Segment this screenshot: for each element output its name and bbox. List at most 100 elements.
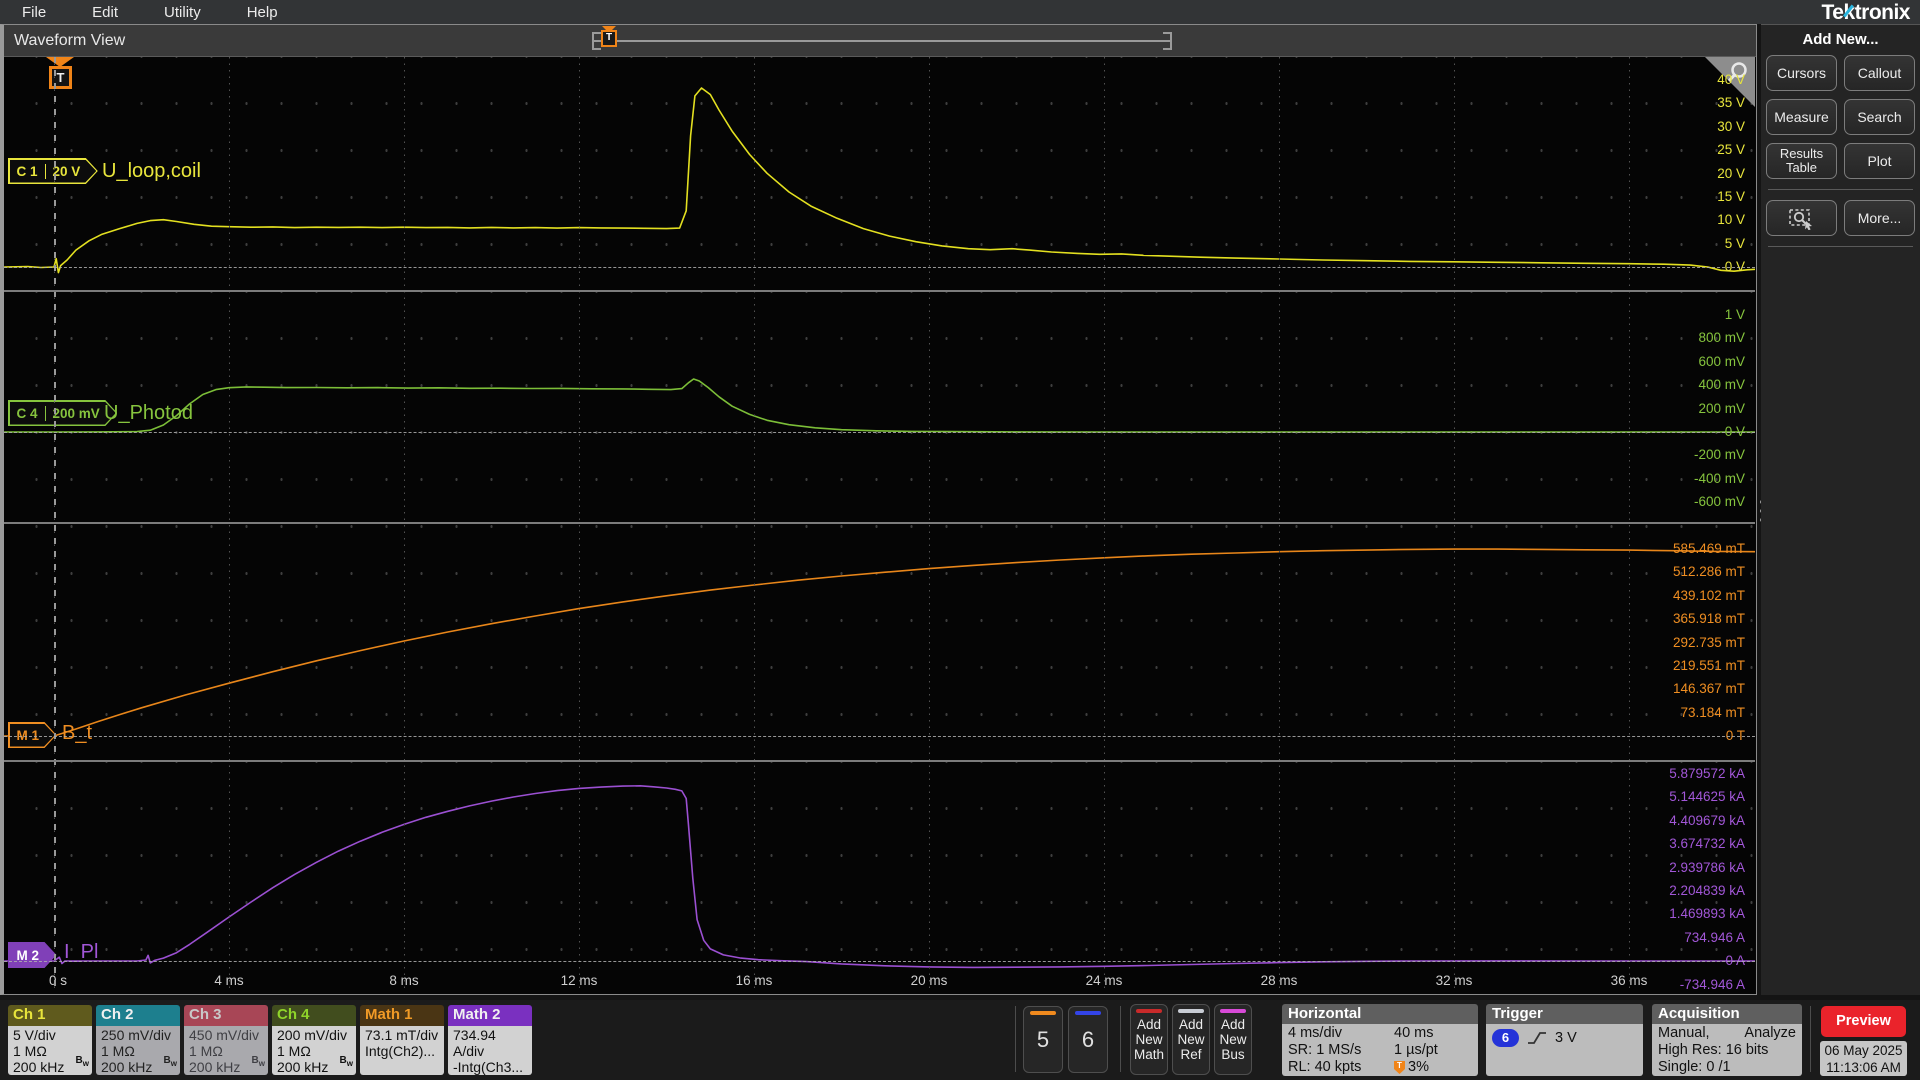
menu-item-utility[interactable]: Utility xyxy=(164,4,201,21)
acquisition-analyze: Analyze xyxy=(1744,1025,1796,1041)
horizontal-value-left: 4 ms/div xyxy=(1288,1025,1342,1041)
time-gridline xyxy=(1104,57,1105,993)
y-tick-label-ch1: 15 V xyxy=(1717,189,1745,204)
rising-edge-icon xyxy=(1528,1032,1546,1044)
panel-divider xyxy=(4,760,1755,762)
add-button-label: Add New Bus xyxy=(1219,1017,1247,1062)
channel-config-badge-ch4[interactable]: Ch 4 200 mV/div 1 MΩ 200 kHz Bw xyxy=(272,1005,356,1075)
y-tick-label-ch1: 35 V xyxy=(1717,95,1745,111)
status-bar: Ch 15 V/div 1 MΩ 200 kHz Bw Ch 2 250 mV/div 1 … xyxy=(0,1000,1920,1080)
minimap-trigger-icon[interactable]: T xyxy=(600,26,618,52)
channel-badge-c4[interactable]: C 4 200 mV xyxy=(8,400,117,426)
y-tick-label-ch1: 20 V xyxy=(1717,165,1745,181)
y-tick-label-ch4: 600 mV xyxy=(1698,353,1745,369)
channel-badge-settings: 5 V/div 1 MΩ 200 kHz Bw xyxy=(8,1026,92,1075)
y-tick-label-m2: 734.946 A xyxy=(1684,929,1745,945)
channel-config-badge-ch2[interactable]: Ch 2 250 mV/div 1 MΩ 200 kHz Bw xyxy=(96,1005,180,1075)
sidebar-button-plot[interactable]: Plot xyxy=(1844,143,1915,179)
y-tick-label-m2: 5.144625 kA xyxy=(1669,789,1745,805)
slot-number: 5 xyxy=(1036,1026,1050,1052)
time-tick-label: 8 ms xyxy=(389,973,419,988)
horizontal-value-text: 40 ms xyxy=(1394,1025,1434,1041)
horizontal-row: RL: 40 kpts T 3% xyxy=(1288,1059,1472,1076)
y-tick-label-ch4: 400 mV xyxy=(1698,377,1745,393)
minimap-right-bracket[interactable] xyxy=(1163,32,1172,50)
trigger-t-icon: T xyxy=(49,66,72,89)
bandwidth-limit-icon: Bw xyxy=(251,1054,265,1068)
channel-badge-c4-source: C 4 xyxy=(16,405,38,421)
sidebar-button-grid: Cursors Callout Measure Search Results Table P… xyxy=(1766,55,1915,179)
zero-line-ch4 xyxy=(4,432,1755,433)
math-slot-button-6[interactable]: 6 xyxy=(1068,1006,1108,1073)
acquisition-panel[interactable]: Acquisition Manual, Analyze High Res: 16… xyxy=(1652,1004,1802,1076)
slot-number: 6 xyxy=(1081,1026,1095,1052)
zoom-region-button[interactable] xyxy=(1766,200,1837,236)
zero-line-ch1 xyxy=(4,267,1755,268)
channel-setting-row: -Intg(Ch3... xyxy=(453,1059,524,1075)
y-tick-label-ch4: -400 mV xyxy=(1693,470,1745,486)
horizontal-panel[interactable]: Horizontal 4 ms/div 40 ms SR: 1 MS/s 1 µs/p… xyxy=(1282,1004,1478,1076)
horizontal-position-minimap[interactable]: T xyxy=(592,26,1172,52)
channel-config-badge-ch3[interactable]: Ch 3 450 mV/div 1 MΩ 200 kHz Bw xyxy=(184,1005,268,1075)
time-gridline xyxy=(579,57,580,993)
menu-bar: File Edit Utility Help xyxy=(0,0,1920,24)
add-new-math-button[interactable]: Add New Math xyxy=(1130,1004,1168,1075)
y-tick-label-m1: 73.184 mT xyxy=(1680,704,1745,720)
horizontal-panel-body: 4 ms/div 40 ms SR: 1 MS/s 1 µs/pt RL: 40 kpt… xyxy=(1282,1024,1478,1076)
trigger-position-marker[interactable]: T xyxy=(40,57,80,97)
more-button[interactable]: More... xyxy=(1844,200,1915,236)
add-button-label: Add New Math xyxy=(1133,1017,1164,1062)
y-tick-label-ch4: 200 mV xyxy=(1698,400,1745,416)
channel-badge-c1-source: C 1 xyxy=(16,163,38,179)
acquisition-single-count: Single: 0 /1 xyxy=(1658,1059,1731,1075)
time-tick-label: 28 ms xyxy=(1260,973,1298,988)
channel-setting-row: 200 mV/div xyxy=(277,1027,348,1043)
channel-config-badge-ch1[interactable]: Ch 15 V/div 1 MΩ 200 kHz Bw xyxy=(8,1005,92,1075)
waveform-plot-area[interactable]: T C 1 20 V U_loop,coil C 4 200 mV U_Phot… xyxy=(4,57,1755,993)
time-gridline xyxy=(229,57,230,993)
time-gridline xyxy=(404,57,405,993)
menu-item-help[interactable]: Help xyxy=(247,4,278,21)
bandwidth-limit-icon: Bw xyxy=(75,1054,89,1068)
y-tick-label-ch4: 800 mV xyxy=(1698,330,1745,346)
panel-divider xyxy=(4,290,1755,292)
sidebar-button-callout[interactable]: Callout xyxy=(1844,55,1915,91)
panel-divider xyxy=(4,522,1755,524)
channel-badge-settings: 250 mV/div 1 MΩ 200 kHz Bw xyxy=(96,1026,180,1075)
minimap-trigger-t-icon: T xyxy=(601,30,617,47)
trace-m2 xyxy=(4,784,1755,969)
add-color-stripe xyxy=(1178,1009,1204,1013)
time-tick-label: 24 ms xyxy=(1085,973,1123,988)
time-tick-label: 36 ms xyxy=(1610,973,1648,988)
channel-config-badge-math2[interactable]: Math 2 734.94 A/div -Intg(Ch3... xyxy=(448,1005,532,1075)
channel-badge-c1[interactable]: C 1 20 V xyxy=(8,158,98,184)
y-tick-label-ch4: 1 V xyxy=(1724,307,1745,322)
sidebar-button-measure[interactable]: Measure xyxy=(1766,99,1837,135)
add-new-bus-button[interactable]: Add New Bus xyxy=(1214,1004,1252,1075)
menu-item-edit[interactable]: Edit xyxy=(92,4,118,21)
trigger-panel[interactable]: Trigger 6 3 V xyxy=(1486,1004,1643,1076)
slot-color-stripe xyxy=(1075,1011,1101,1015)
sidebar-divider xyxy=(1768,189,1913,190)
menu-item-file[interactable]: File xyxy=(22,4,46,21)
sidebar-button-cursors[interactable]: Cursors xyxy=(1766,55,1837,91)
channel-badge-settings: 450 mV/div 1 MΩ 200 kHz Bw xyxy=(184,1026,268,1075)
trace-label-uphotod: U_Photod xyxy=(104,402,193,424)
add-color-stripe xyxy=(1220,1009,1246,1013)
math-slot-button-5[interactable]: 5 xyxy=(1023,1006,1063,1073)
footer-separator xyxy=(1120,1006,1121,1072)
horizontal-value-left: RL: 40 kpts xyxy=(1288,1059,1362,1075)
trace-label-bt: B_t xyxy=(62,722,93,744)
channel-config-badge-math1[interactable]: Math 1 73.1 mT/div Intg(Ch2)... xyxy=(360,1005,444,1075)
zoom-region-icon xyxy=(1788,209,1812,230)
preview-button[interactable]: Preview xyxy=(1821,1006,1906,1037)
y-tick-label-m1: 292.735 mT xyxy=(1672,634,1745,650)
sidebar-button-search[interactable]: Search xyxy=(1844,99,1915,135)
horizontal-value-right: 40 ms xyxy=(1394,1025,1472,1042)
bandwidth-limit-icon: Bw xyxy=(339,1054,353,1068)
channel-setting-row: 250 mV/div xyxy=(101,1027,172,1043)
y-tick-label-m1: 146.367 mT xyxy=(1672,681,1745,697)
add-new-ref-button[interactable]: Add New Ref xyxy=(1172,1004,1210,1075)
time-tick-label: 4 ms xyxy=(214,973,244,988)
sidebar-button-results-table[interactable]: Results Table xyxy=(1766,143,1837,179)
